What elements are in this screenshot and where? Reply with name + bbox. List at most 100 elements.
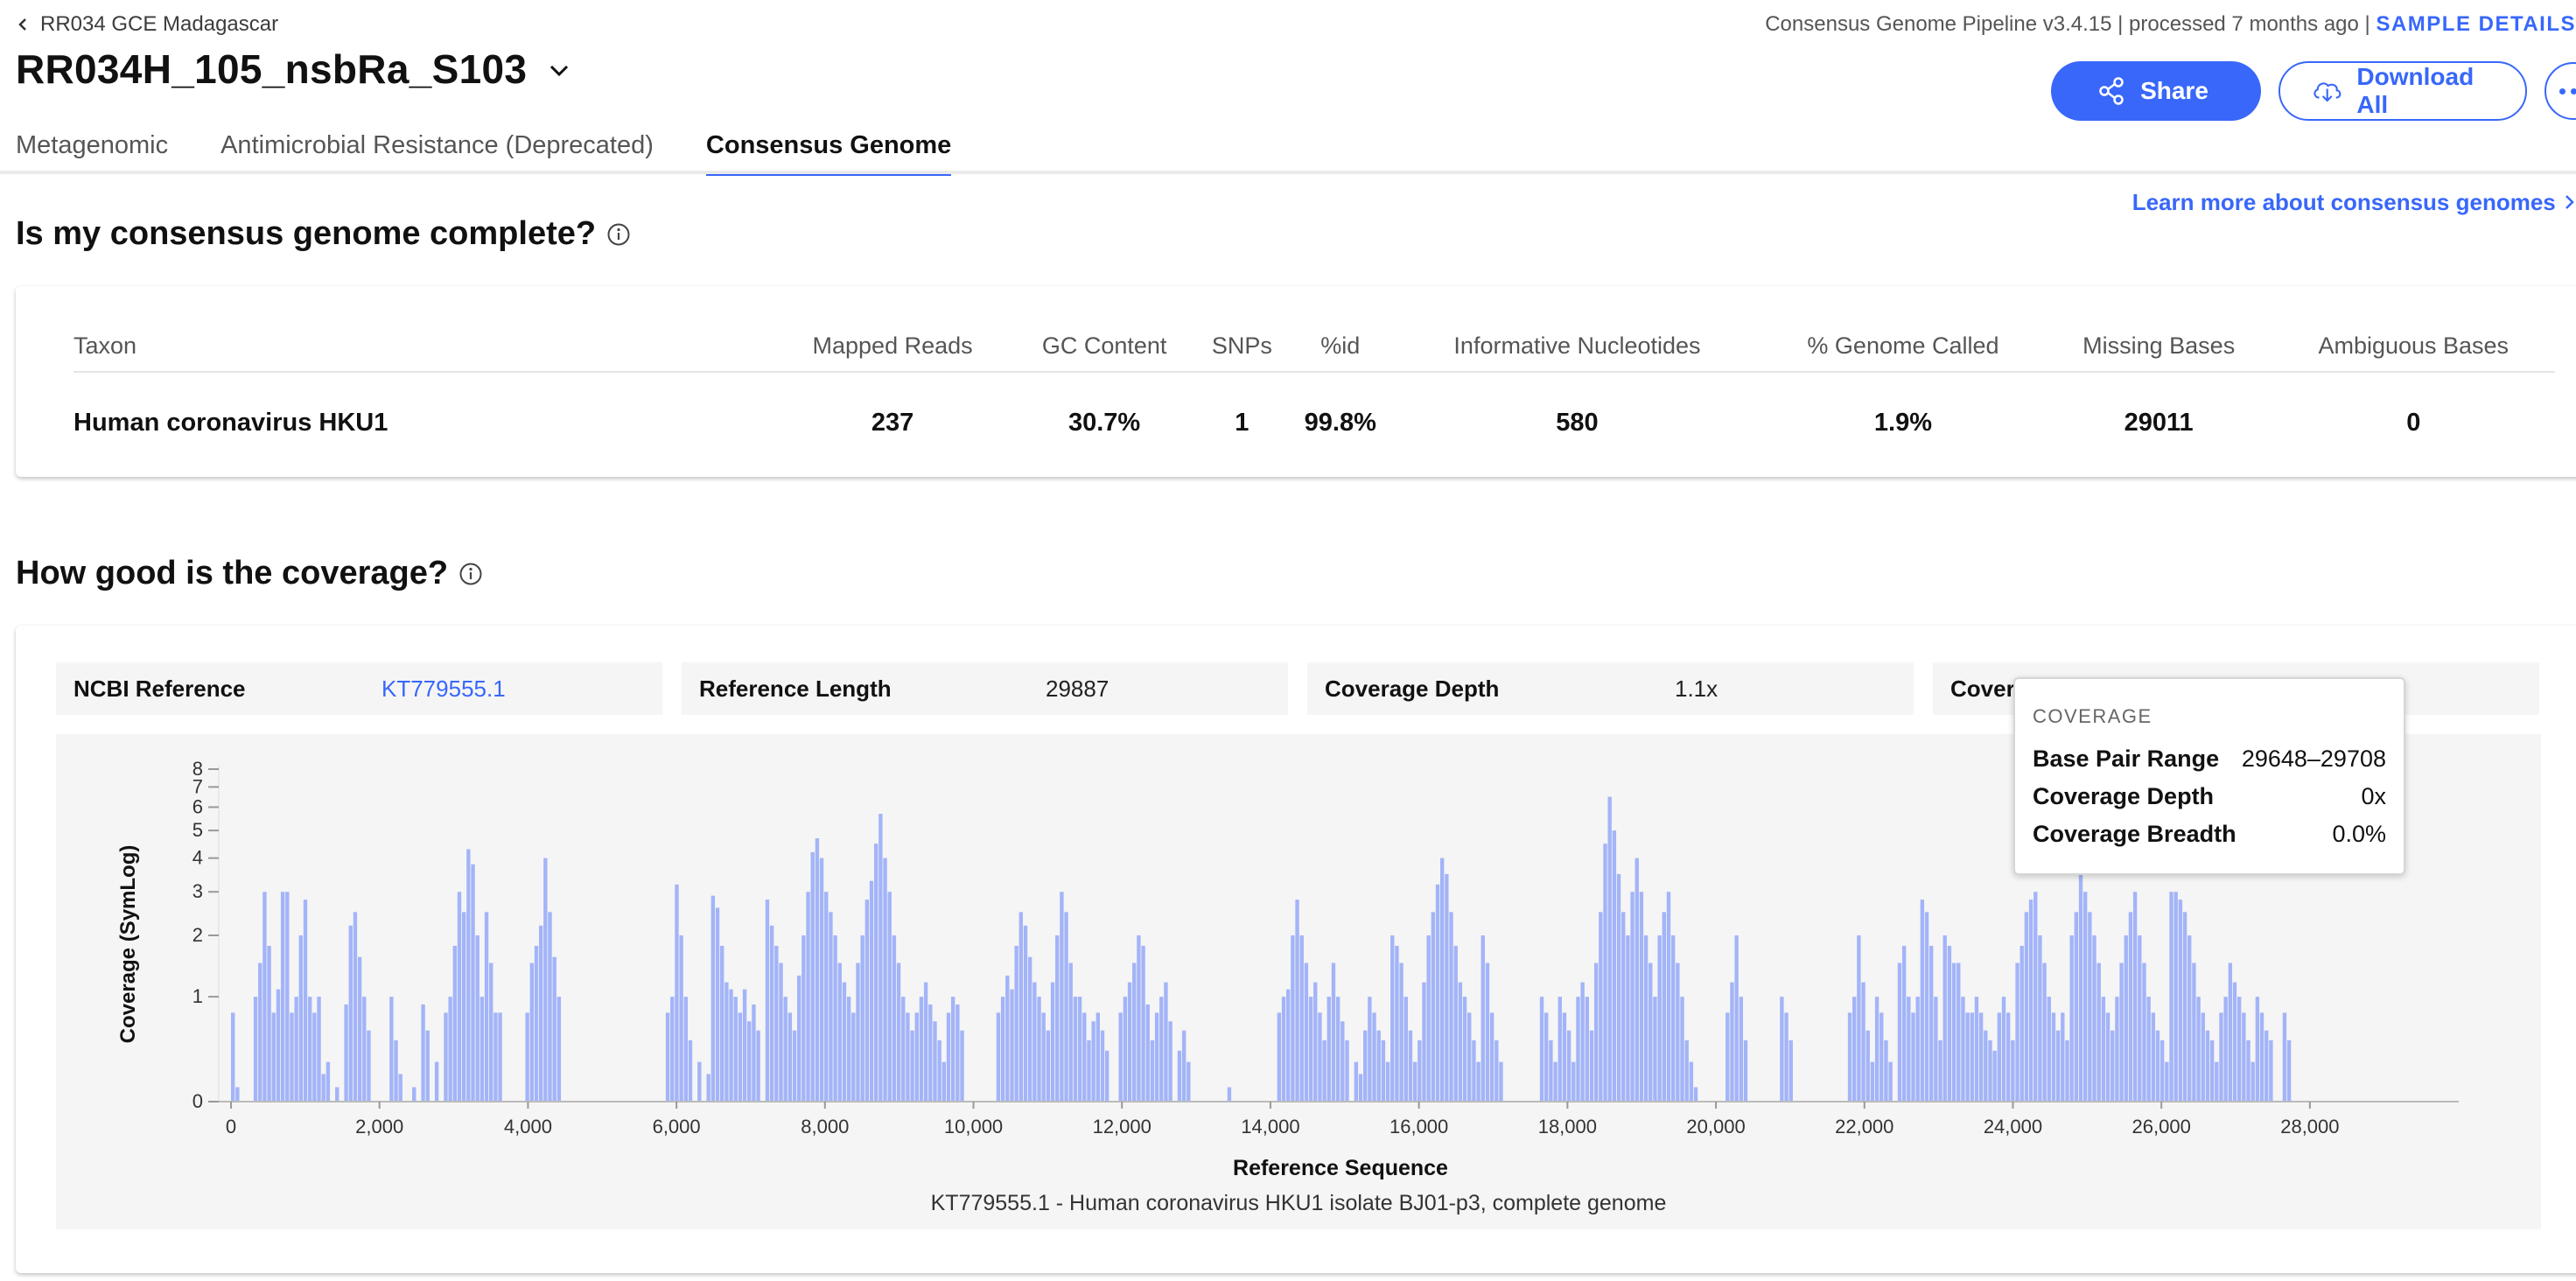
coverage-bar[interactable] [802,935,806,1102]
coverage-bar[interactable] [348,925,353,1102]
coverage-bar[interactable] [1426,935,1431,1102]
coverage-bar[interactable] [779,962,783,1102]
coverage-bar[interactable] [2282,1012,2287,1102]
coverage-bar[interactable] [2011,1040,2015,1102]
coverage-bar[interactable] [1934,997,1938,1102]
coverage-bar[interactable] [2146,997,2151,1102]
coverage-bar[interactable] [1041,1012,1046,1102]
coverage-bar[interactable] [792,1030,797,1102]
coverage-bar[interactable] [2236,997,2242,1102]
coverage-bar[interactable] [901,997,906,1102]
coverage-bar[interactable] [262,892,267,1102]
coverage-bar[interactable] [2250,1061,2255,1102]
coverage-bar[interactable] [1861,982,1866,1102]
coverage-bar[interactable] [1788,1040,1793,1102]
coverage-bar[interactable] [1680,997,1684,1102]
coverage-bar[interactable] [2119,962,2124,1102]
coverage-bar[interactable] [738,1012,743,1102]
coverage-bar[interactable] [1082,1012,1087,1102]
coverage-bar[interactable] [1286,989,1291,1102]
coverage-bar[interactable] [312,1012,317,1102]
coverage-bar[interactable] [2259,1012,2264,1102]
coverage-bar[interactable] [1073,997,1078,1102]
coverage-bar[interactable] [1014,945,1018,1102]
coverage-bar[interactable] [525,1012,529,1102]
coverage-bar[interactable] [2038,935,2042,1102]
coverage-bar[interactable] [1032,982,1037,1102]
coverage-bar[interactable] [434,1061,439,1102]
coverage-bar[interactable] [1693,1087,1698,1102]
coverage-bar[interactable] [1616,873,1621,1102]
coverage-bar[interactable] [1331,962,1336,1102]
coverage-bar[interactable] [1880,1012,1884,1102]
coverage-bar[interactable] [1077,997,1082,1102]
coverage-bar[interactable] [1227,1087,1232,1102]
coverage-bar[interactable] [1857,935,1861,1102]
coverage-bar[interactable] [1489,1012,1494,1102]
coverage-bar[interactable] [837,962,842,1102]
coverage-bar[interactable] [353,912,358,1102]
coverage-bar[interactable] [1308,997,1313,1102]
coverage-bar[interactable] [1445,873,1449,1102]
column-header-snps[interactable]: SNPs [1197,321,1287,373]
coverage-bar[interactable] [1137,935,1141,1102]
coverage-bar[interactable] [1408,1030,1413,1102]
coverage-bar[interactable] [910,1030,914,1102]
download-all-button[interactable]: Download All [2278,61,2527,121]
coverage-bar[interactable] [357,956,362,1102]
coverage-bar[interactable] [670,997,675,1102]
coverage-bar[interactable] [1037,997,1041,1102]
coverage-bar[interactable] [864,900,870,1102]
coverage-bar[interactable] [2219,1012,2223,1102]
coverage-bar[interactable] [2192,962,2196,1102]
coverage-bar[interactable] [1988,1040,1992,1102]
coverage-bar[interactable] [2042,962,2047,1102]
coverage-bar[interactable] [1385,1061,1390,1102]
coverage-bar[interactable] [538,925,543,1102]
coverage-bar[interactable] [307,997,312,1102]
coverage-bar[interactable] [1920,900,1925,1102]
coverage-bar[interactable] [1684,1040,1689,1102]
coverage-bar[interactable] [906,1012,910,1102]
coverage-bar[interactable] [1970,1012,1974,1102]
coverage-bar[interactable] [548,912,552,1102]
coverage-bar[interactable] [1123,997,1128,1102]
coverage-bar[interactable] [846,997,851,1102]
coverage-bar[interactable] [833,935,837,1102]
coverage-bar[interactable] [2209,1040,2215,1102]
coverage-bar[interactable] [1924,912,1929,1102]
coverage-bar[interactable] [688,1040,693,1102]
coverage-bar[interactable] [1462,997,1467,1102]
coverage-bar[interactable] [742,989,747,1102]
coverage-bar[interactable] [1544,1012,1549,1102]
coverage-bar[interactable] [2128,912,2133,1102]
coverage-bar[interactable] [1281,997,1286,1102]
coverage-bar[interactable] [480,997,485,1102]
coverage-bar[interactable] [2024,912,2029,1102]
coverage-bar[interactable] [1634,858,1639,1102]
coverage-bar[interactable] [2065,1040,2069,1102]
back-link[interactable]: RR034 GCE Madagascar [16,12,278,37]
coverage-bar[interactable] [498,1012,502,1102]
coverage-bar[interactable] [1730,982,1734,1102]
tab-metagenomic[interactable]: Metagenomic [16,131,168,176]
coverage-bar[interactable] [1566,1030,1572,1102]
coverage-bar[interactable] [489,962,494,1102]
coverage-bar[interactable] [461,912,466,1102]
coverage-bar[interactable] [543,858,548,1102]
coverage-bar[interactable] [887,892,892,1102]
coverage-bar[interactable] [774,945,779,1102]
coverage-bar[interactable] [747,1021,752,1102]
coverage-bar[interactable] [344,1004,348,1102]
coverage-bar[interactable] [1313,982,1318,1102]
coverage-bar[interactable] [1345,1040,1349,1102]
coverage-bar[interactable] [2092,935,2096,1102]
coverage-bar[interactable] [1553,1061,1558,1102]
coverage-bar[interactable] [851,1012,856,1102]
coverage-bar[interactable] [710,895,716,1102]
coverage-bar[interactable] [697,1061,702,1102]
coverage-bar[interactable] [752,1004,756,1102]
chevron-down-icon[interactable] [546,58,572,84]
info-icon[interactable] [606,222,631,247]
coverage-bar[interactable] [2061,1012,2065,1102]
